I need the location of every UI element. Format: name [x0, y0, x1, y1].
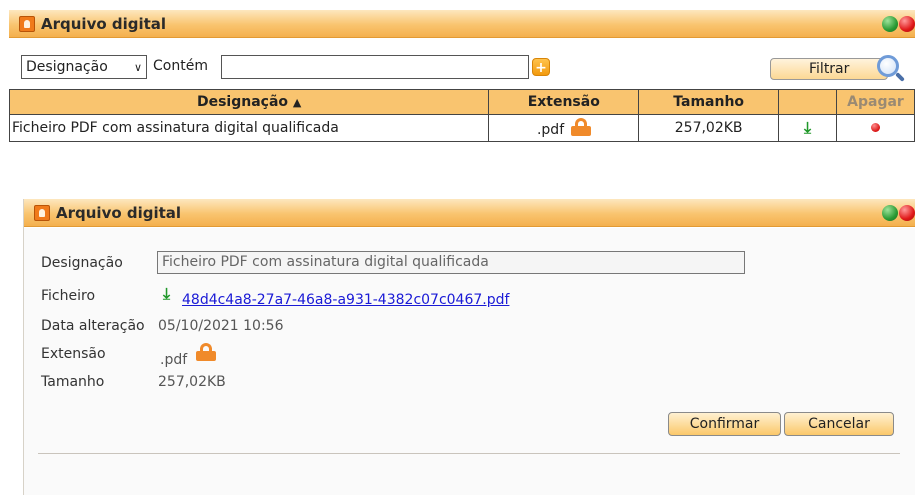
designacao-field[interactable]: Ficheiro PDF com assinatura digital qual…: [157, 251, 745, 274]
label-data-alteracao: Data alteração: [41, 318, 145, 334]
tamanho-value: 257,02KB: [158, 374, 226, 390]
detail-title: Arquivo digital: [56, 203, 182, 222]
filter-query-input[interactable]: [221, 55, 529, 79]
file-download-link[interactable]: 48d4c4a8-27a7-46a8-a931-4382c07c0467.pdf: [182, 292, 509, 308]
detail-window-controls: [881, 205, 915, 221]
cell-extensao-text: .pdf: [536, 122, 565, 138]
green-dot-icon[interactable]: [882, 205, 898, 221]
column-header-designacao-label: Designação: [196, 94, 289, 110]
cell-download: ⤓: [778, 114, 837, 142]
red-dot-icon[interactable]: [899, 205, 915, 221]
results-table: Designação ▲ Extensão Tamanho Apagar Fic…: [8, 89, 915, 142]
column-header-apagar: Apagar: [836, 89, 915, 115]
detail-titlebar: Arquivo digital: [24, 199, 915, 227]
window-title: Arquivo digital: [41, 14, 167, 33]
cell-tamanho: 257,02KB: [638, 114, 780, 142]
column-header-tamanho[interactable]: Tamanho: [638, 89, 780, 115]
cell-apagar: [836, 114, 915, 142]
red-dot-icon[interactable]: [899, 16, 915, 32]
table-header-row: Designação ▲ Extensão Tamanho Apagar: [8, 89, 915, 115]
column-header-download: [778, 89, 837, 115]
column-header-extensao[interactable]: Extensão: [488, 89, 640, 115]
add-button[interactable]: +: [532, 58, 550, 76]
filter-button[interactable]: Filtrar: [770, 58, 888, 80]
filter-operator-label: Contém: [153, 58, 208, 74]
column-header-designacao[interactable]: Designação ▲: [8, 89, 490, 115]
cancel-button[interactable]: Cancelar: [784, 412, 894, 436]
chevron-down-icon: ∨: [133, 60, 142, 74]
sort-ascending-icon: ▲: [292, 96, 302, 109]
green-dot-icon[interactable]: [882, 16, 898, 32]
confirm-button[interactable]: Confirmar: [668, 412, 781, 436]
table-row[interactable]: Ficheiro PDF com assinatura digital qual…: [8, 114, 915, 142]
document-icon: [19, 15, 35, 32]
data-alteracao-value: 05/10/2021 10:56: [158, 318, 284, 334]
window-titlebar: Arquivo digital: [9, 10, 915, 38]
document-icon: [34, 204, 50, 221]
cell-designacao[interactable]: Ficheiro PDF com assinatura digital qual…: [8, 114, 490, 142]
download-icon[interactable]: ⤓: [163, 286, 170, 302]
lock-icon: [196, 343, 216, 361]
label-extensao: Extensão: [41, 346, 106, 362]
detail-panel: [23, 199, 915, 495]
extensao-value: .pdf: [160, 352, 188, 368]
delete-dot-icon[interactable]: [871, 123, 880, 132]
label-ficheiro: Ficheiro: [41, 288, 96, 304]
magnifier-icon[interactable]: [877, 55, 899, 77]
lock-icon: [570, 118, 591, 136]
cell-extensao: .pdf: [488, 114, 640, 142]
label-tamanho: Tamanho: [41, 374, 105, 390]
filter-field-value: Designação: [26, 59, 108, 75]
filter-field-select[interactable]: Designação ∨: [21, 55, 147, 79]
divider: [38, 453, 900, 454]
window-controls: [881, 16, 915, 32]
label-designacao: Designação: [41, 255, 123, 271]
download-icon[interactable]: ⤓: [804, 119, 811, 136]
